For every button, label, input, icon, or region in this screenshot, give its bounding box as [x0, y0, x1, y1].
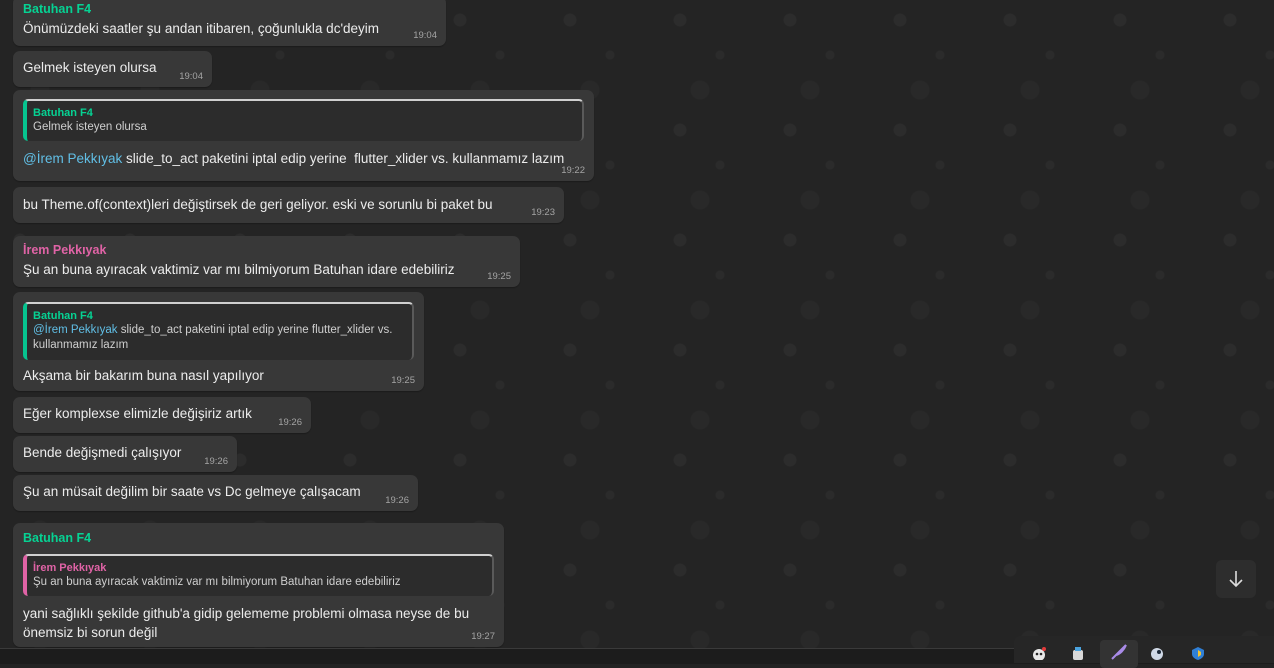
message-text: Şu an buna ayıracak vaktimiz var mı bilm… [23, 262, 455, 277]
message-time: 19:26 [278, 417, 302, 428]
message-text: @İrem Pekkıyak slide_to_act paketini ipt… [23, 149, 584, 168]
message-bubble[interactable]: Şu an müsait değilim bir saate vs Dc gel… [13, 475, 418, 511]
quoted-text: Gelmek isteyen olursa [33, 121, 147, 133]
message-text: Bende değişmedi çalışıyor [23, 445, 182, 460]
quoted-text: Şu an buna ayıracak vaktimiz var mı bilm… [33, 576, 401, 588]
message-time: 19:25 [391, 375, 415, 386]
quoted-sender: İrem Pekkıyak [33, 562, 107, 574]
quoted-message[interactable]: İrem Pekkıyak Şu an buna ayıracak vaktim… [23, 554, 494, 596]
message-time: 19:27 [471, 631, 495, 642]
message-time: 19:26 [204, 456, 228, 467]
message-time: 19:23 [531, 207, 555, 218]
message-text: bu Theme.of(context)leri değiştirsek de … [23, 197, 493, 212]
feather-icon[interactable] [1100, 640, 1138, 668]
message-time: 19:22 [561, 165, 585, 176]
message-text-body: slide_to_act paketini iptal edip yerine … [122, 151, 565, 166]
message-bubble[interactable]: Batuhan F4 @İrem Pekkıyak slide_to_act p… [13, 292, 424, 391]
scroll-down-button[interactable] [1216, 560, 1256, 598]
arrow-down-icon [1229, 571, 1243, 588]
message-bubble[interactable]: Gelmek isteyen olursa 19:04 [13, 51, 212, 87]
quoted-message[interactable]: Batuhan F4 @İrem Pekkıyak slide_to_act p… [23, 302, 414, 360]
message-sender[interactable]: İrem Pekkıyak [23, 243, 510, 258]
message-bubble[interactable]: Eğer komplexse elimizle değişiriz artık … [13, 397, 311, 433]
chat-area[interactable]: Batuhan F4 Önümüzdeki saatler şu andan i… [0, 0, 1274, 648]
message-sender[interactable]: Batuhan F4 [23, 531, 494, 546]
message-bubble[interactable]: Batuhan F4 İrem Pekkıyak Şu an buna ayır… [13, 523, 504, 647]
message-time: 19:26 [385, 495, 409, 506]
message-text: Gelmek isteyen olursa [23, 60, 157, 75]
quoted-sender: Batuhan F4 [33, 310, 93, 322]
quoted-sender: Batuhan F4 [33, 107, 93, 119]
mention-link[interactable]: @İrem Pekkıyak [23, 151, 122, 166]
message-text: Şu an müsait değilim bir saate vs Dc gel… [23, 484, 361, 499]
quoted-message[interactable]: Batuhan F4 Gelmek isteyen olursa [23, 99, 584, 141]
message-bubble[interactable]: bu Theme.of(context)leri değiştirsek de … [13, 187, 564, 223]
message-bubble[interactable]: İrem Pekkıyak Şu an buna ayıracak vaktim… [13, 236, 520, 287]
shield-icon[interactable] [1185, 646, 1211, 666]
message-time: 19:04 [179, 71, 203, 82]
steam-icon[interactable] [1144, 646, 1170, 666]
message-time: 19:04 [413, 30, 437, 41]
quoted-text: @İrem Pekkıyak slide_to_act paketini ipt… [33, 323, 404, 353]
message-time: 19:25 [487, 271, 511, 282]
message-text: Önümüzdeki saatler şu andan itibaren, ço… [23, 21, 380, 36]
discord-icon[interactable] [1026, 646, 1052, 666]
message-text: Akşama bir bakarım buna nasıl yapılıyor [23, 368, 264, 383]
message-bubble[interactable]: Bende değişmedi çalışıyor 19:26 [13, 436, 237, 472]
system-tray [1014, 636, 1274, 668]
message-sender[interactable]: Batuhan F4 [23, 2, 436, 17]
hub-icon[interactable] [1065, 646, 1091, 666]
message-bubble[interactable]: Batuhan F4 Önümüzdeki saatler şu andan i… [13, 0, 446, 46]
quoted-mention: @İrem Pekkıyak [33, 324, 118, 336]
message-text: Eğer komplexse elimizle değişiriz artık [23, 406, 252, 421]
message-bubble[interactable]: Batuhan F4 Gelmek isteyen olursa @İrem P… [13, 90, 594, 181]
message-text: yani sağlıklı şekilde github'a gidip gel… [23, 606, 473, 640]
